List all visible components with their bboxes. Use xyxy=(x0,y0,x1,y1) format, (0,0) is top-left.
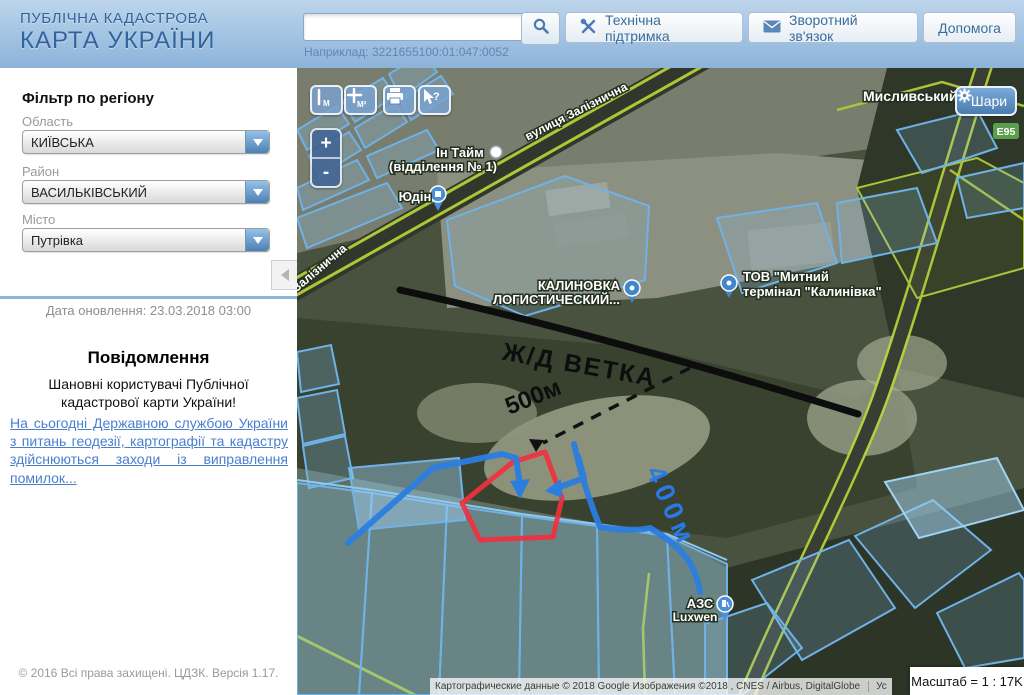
svg-text:Е95: Е95 xyxy=(997,126,1016,138)
label-kalynovka-1: КАЛИНОВКА xyxy=(538,278,621,293)
print-button[interactable] xyxy=(383,85,416,115)
tech-support-label: Технічна підтримка xyxy=(605,12,728,44)
search-icon xyxy=(532,17,550,40)
layers-button[interactable]: Шари xyxy=(955,86,1017,116)
label-tov-2: термінал "Калинівка" xyxy=(743,284,882,299)
measure-area-button[interactable]: М² xyxy=(344,85,377,115)
district-value: ВАСИЛЬКІВСЬКИЙ xyxy=(23,185,245,200)
region-select[interactable]: КИЇВСЬКА xyxy=(22,130,270,154)
measure-m2-label: М² xyxy=(357,100,367,109)
region-label: Область xyxy=(22,114,73,129)
district-label: Район xyxy=(22,164,59,179)
label-yudin: Юдін xyxy=(399,189,432,204)
logo-line2: КАРТА УКРАЇНИ xyxy=(20,28,215,54)
search-example-hint: Наприклад: 3221655100:01:047:0052 xyxy=(304,45,509,59)
terms-link[interactable]: Ус xyxy=(868,681,887,692)
chevron-down-icon[interactable] xyxy=(245,181,269,203)
label-intime-2: (відділення № 1) xyxy=(389,159,497,174)
header-bar: ПУБЛІЧНА КАДАСТРОВА КАРТА УКРАЇНИ Наприк… xyxy=(0,0,1024,69)
measure-m-label: М xyxy=(323,99,330,108)
filter-title: Фільтр по регіону xyxy=(22,90,154,107)
feedback-button[interactable]: Зворотний зв'язок xyxy=(748,12,918,43)
label-myslyvskyi: Мисливський xyxy=(863,88,957,104)
chevron-down-icon[interactable] xyxy=(245,131,269,153)
sidebar-divider xyxy=(0,296,297,299)
intime-marker[interactable] xyxy=(490,146,502,158)
envelope-icon xyxy=(763,20,781,36)
site-logo: ПУБЛІЧНА КАДАСТРОВА КАРТА УКРАЇНИ xyxy=(20,11,215,54)
copyright-text: © 2016 Всі права захищені. ЦДЗК. Версія … xyxy=(0,666,297,680)
route-badge-e95: Е95 xyxy=(993,123,1019,139)
district-select[interactable]: ВАСИЛЬКІВСЬКИЙ xyxy=(22,180,270,204)
identify-question-label: ? xyxy=(433,91,440,103)
zoom-control: + - xyxy=(310,128,342,188)
scale-indicator: Масштаб = 1 : 17K xyxy=(910,667,1024,695)
message-greeting: Шановні користувачі Публічної кадастрово… xyxy=(10,376,287,411)
app-window: ПУБЛІЧНА КАДАСТРОВА КАРТА УКРАЇНИ Наприк… xyxy=(0,0,1024,695)
map-graphics: Ж/Д ВЕТКА 500м 400м xyxy=(297,68,1024,695)
region-value: КИЇВСЬКА xyxy=(23,135,245,150)
zoom-in-button[interactable]: + xyxy=(312,130,340,159)
scale-text: Масштаб = 1 : 17K xyxy=(911,674,1023,689)
city-select[interactable]: Путрівка xyxy=(22,228,270,252)
label-azs-2: Luxwen xyxy=(673,610,718,624)
chevron-down-icon[interactable] xyxy=(245,229,269,251)
message-title: Повідомлення xyxy=(0,348,297,368)
zoom-out-button[interactable]: - xyxy=(312,159,340,186)
tools-icon xyxy=(580,18,597,38)
update-date-text: Дата оновлення: 23.03.2018 03:00 xyxy=(0,303,297,318)
help-label: Допомога xyxy=(938,20,1001,36)
attribution-text: Картографические данные © 2018 Google Из… xyxy=(435,681,860,692)
layers-label: Шари xyxy=(971,93,1007,109)
measure-length-button[interactable]: М xyxy=(310,85,343,115)
sidebar-panel: Фільтр по регіону Область КИЇВСЬКА Район… xyxy=(0,68,297,695)
map-canvas[interactable]: Ж/Д ВЕТКА 500м 400м xyxy=(297,68,1024,695)
search-button[interactable] xyxy=(521,12,560,45)
label-intime-1: Ін Тайм xyxy=(436,145,484,160)
city-value: Путрівка xyxy=(23,233,245,248)
label-kalynovka-2: ЛОГИСТИЧЕСКИЙ... xyxy=(493,292,620,307)
identify-button[interactable]: ? xyxy=(418,85,451,115)
sidebar-collapse-button[interactable] xyxy=(271,260,298,290)
chevron-left-icon xyxy=(281,269,289,281)
label-tov-1: ТОВ "Митний xyxy=(743,269,829,284)
search-input[interactable] xyxy=(303,13,527,41)
tech-support-button[interactable]: Технічна підтримка xyxy=(565,12,743,43)
feedback-label: Зворотний зв'язок xyxy=(789,12,903,44)
help-button[interactable]: Допомога xyxy=(923,12,1016,43)
message-link[interactable]: На сьогодні Державною службою України з … xyxy=(10,414,288,487)
map-attribution: Картографические данные © 2018 Google Из… xyxy=(430,678,892,695)
city-label: Місто xyxy=(22,212,55,227)
label-azs-1: АЗС xyxy=(687,596,714,611)
logo-line1: ПУБЛІЧНА КАДАСТРОВА xyxy=(20,11,215,28)
